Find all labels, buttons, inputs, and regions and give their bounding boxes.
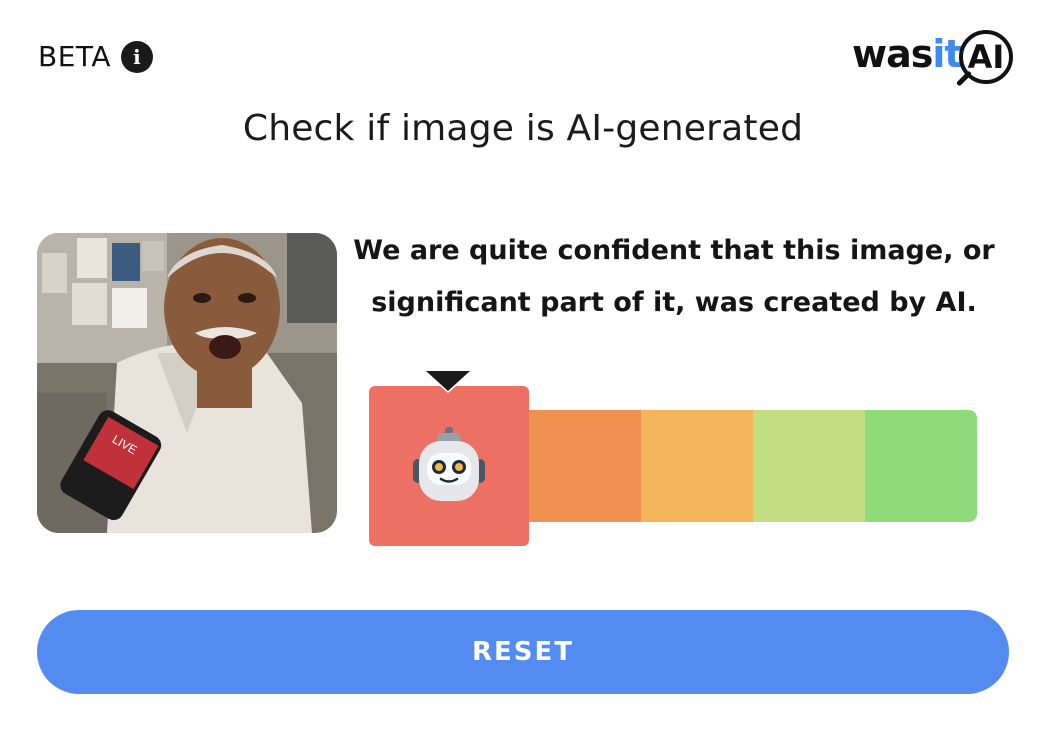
wasitai-logo[interactable]: wasit AI	[852, 30, 1017, 88]
beta-label: BETA	[38, 40, 111, 73]
selected-level-pointer-icon	[426, 371, 470, 391]
page-title: Check if image is AI-generated	[242, 108, 804, 149]
scale-segment-4	[753, 410, 865, 522]
beta-badge: BETA i	[38, 40, 153, 73]
verdict-line-1: We are quite confident that this image, …	[353, 235, 995, 266]
selected-scale-segment	[369, 386, 529, 546]
scale-segment-2	[529, 410, 641, 522]
robot-icon	[413, 427, 485, 501]
verdict-text: We are quite confident that this image, …	[350, 225, 998, 329]
scale-segment-3	[641, 410, 753, 522]
scale-segment-5	[865, 410, 977, 522]
uploaded-image: LIVE	[37, 233, 337, 533]
logo-wordmark: wasit	[852, 32, 963, 76]
verdict-line-2: significant part of it, was created by A…	[371, 287, 977, 318]
info-icon[interactable]: i	[120, 40, 153, 73]
reset-button[interactable]: RESET	[37, 610, 1009, 694]
